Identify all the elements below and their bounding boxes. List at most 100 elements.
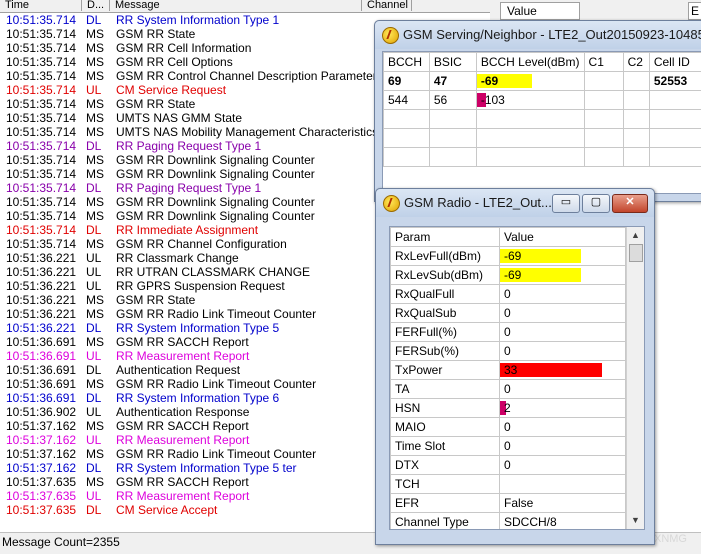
log-msg-cell: UMTS NAS GMM State: [116, 111, 242, 125]
log-msg-cell: RR Measurement Report: [116, 489, 249, 503]
gsm-serving-neighbor-window[interactable]: GSM Serving/Neighbor - LTE2_Out20150923-…: [374, 20, 701, 202]
log-row[interactable]: 10:51:36.221MSGSM RR State: [0, 293, 380, 307]
close-button[interactable]: ✕: [612, 194, 648, 213]
log-row[interactable]: 10:51:35.714MSGSM RR Cell Information: [0, 41, 380, 55]
serving-c2-cell: [623, 72, 649, 91]
log-row[interactable]: 10:51:35.714MSGSM RR Cell Options: [0, 55, 380, 69]
log-row[interactable]: 10:51:35.714MSGSM RR Control Channel Des…: [0, 69, 380, 83]
log-col-channel[interactable]: Channel: [362, 0, 412, 11]
col-c2[interactable]: C2: [623, 53, 649, 72]
radio-row[interactable]: Time Slot0: [391, 437, 626, 456]
log-row[interactable]: 10:51:35.714DLRR Paging Request Type 1: [0, 139, 380, 153]
radio-row[interactable]: HSN2: [391, 399, 626, 418]
log-col-time[interactable]: Time: [0, 0, 82, 11]
log-row[interactable]: 10:51:36.691MSGSM RR Radio Link Timeout …: [0, 377, 380, 391]
log-time-cell: 10:51:35.714: [6, 195, 76, 209]
log-time-cell: 10:51:35.714: [6, 181, 76, 195]
log-row[interactable]: 10:51:35.714MSGSM RR Downlink Signaling …: [0, 153, 380, 167]
log-row[interactable]: 10:51:35.714DLRR System Information Type…: [0, 13, 380, 27]
radio-row[interactable]: TCH: [391, 475, 626, 494]
log-row[interactable]: 10:51:37.162MSGSM RR Radio Link Timeout …: [0, 447, 380, 461]
log-row[interactable]: 10:51:36.691MSGSM RR SACCH Report: [0, 335, 380, 349]
radio-window-titlebar[interactable]: GSM Radio - LTE2_Out... ▭ ▢ ✕: [376, 189, 654, 217]
col-bsic[interactable]: BSIC: [429, 53, 476, 72]
radio-row[interactable]: TA0: [391, 380, 626, 399]
scroll-up-icon[interactable]: ▲: [627, 227, 644, 244]
log-time-cell: 10:51:36.691: [6, 377, 76, 391]
scroll-down-icon[interactable]: ▼: [627, 512, 644, 529]
log-row[interactable]: 10:51:37.162ULRR Measurement Report: [0, 433, 380, 447]
log-row[interactable]: 10:51:35.714MSGSM RR Channel Configurati…: [0, 237, 380, 251]
radio-scrollbar[interactable]: ▲ ▼: [626, 227, 644, 529]
log-row[interactable]: 10:51:35.714MSUMTS NAS GMM State: [0, 111, 380, 125]
radio-row[interactable]: RxLevFull(dBm)-69: [391, 247, 626, 266]
param-value: 0: [500, 285, 626, 304]
log-dir-cell: MS: [86, 447, 104, 461]
radio-row[interactable]: MAIO0: [391, 418, 626, 437]
log-col-message[interactable]: Message: [110, 0, 362, 11]
col-c1[interactable]: C1: [584, 53, 623, 72]
log-row[interactable]: 10:51:35.714DLRR Paging Request Type 1: [0, 181, 380, 195]
col-cell-id[interactable]: Cell ID: [649, 53, 701, 72]
log-row[interactable]: 10:51:36.691ULRR Measurement Report: [0, 349, 380, 363]
col-bcch[interactable]: BCCH: [384, 53, 430, 72]
log-row[interactable]: 10:51:35.714MSGSM RR State: [0, 27, 380, 41]
col-param[interactable]: Param: [391, 228, 500, 247]
log-row[interactable]: 10:51:36.221MSGSM RR Radio Link Timeout …: [0, 307, 380, 321]
edge-column-header[interactable]: E: [688, 2, 701, 20]
log-time-cell: 10:51:36.221: [6, 293, 76, 307]
empty-cell: [584, 110, 623, 129]
log-row[interactable]: 10:51:36.221ULRR UTRAN CLASSMARK CHANGE: [0, 265, 380, 279]
log-dir-cell: MS: [86, 41, 104, 55]
log-msg-cell: RR Paging Request Type 1: [116, 139, 261, 153]
log-row[interactable]: 10:51:35.714MSGSM RR Downlink Signaling …: [0, 195, 380, 209]
empty-cell: [476, 110, 584, 129]
serving-window-titlebar[interactable]: GSM Serving/Neighbor - LTE2_Out20150923-…: [375, 21, 701, 49]
app-icon: [382, 27, 399, 44]
restore-button[interactable]: ▢: [582, 194, 610, 213]
log-row[interactable]: 10:51:36.691DLAuthentication Request: [0, 363, 380, 377]
param-name: RxQualSub: [391, 304, 500, 323]
radio-row[interactable]: RxQualFull0: [391, 285, 626, 304]
serving-row[interactable]: 54456-103: [384, 91, 701, 110]
radio-row[interactable]: RxLevSub(dBm)-69: [391, 266, 626, 285]
serving-row[interactable]: 6947-6952553: [384, 72, 701, 91]
log-row[interactable]: 10:51:36.902ULAuthentication Response: [0, 405, 380, 419]
radio-row[interactable]: TxPower33: [391, 361, 626, 380]
log-row[interactable]: 10:51:35.714MSGSM RR Downlink Signaling …: [0, 167, 380, 181]
radio-row[interactable]: RxQualSub0: [391, 304, 626, 323]
col-bcch-level[interactable]: BCCH Level(dBm): [476, 53, 584, 72]
log-row[interactable]: 10:51:36.221ULRR GPRS Suspension Request: [0, 279, 380, 293]
col-value[interactable]: Value: [500, 228, 626, 247]
param-name: RxQualFull: [391, 285, 500, 304]
gsm-radio-window[interactable]: GSM Radio - LTE2_Out... ▭ ▢ ✕ Param Valu…: [375, 188, 655, 545]
log-row[interactable]: 10:51:37.635ULRR Measurement Report: [0, 489, 380, 503]
log-row[interactable]: 10:51:35.714DLRR Immediate Assignment: [0, 223, 380, 237]
log-row[interactable]: 10:51:35.714MSUMTS NAS Mobility Manageme…: [0, 125, 380, 139]
log-row[interactable]: 10:51:35.714ULCM Service Request: [0, 83, 380, 97]
log-msg-cell: RR Immediate Assignment: [116, 223, 258, 237]
log-row[interactable]: 10:51:36.691DLRR System Information Type…: [0, 391, 380, 405]
param-name: FERFull(%): [391, 323, 500, 342]
radio-row[interactable]: FERSub(%)0: [391, 342, 626, 361]
radio-row[interactable]: FERFull(%)0: [391, 323, 626, 342]
scroll-thumb[interactable]: [629, 244, 643, 262]
log-row[interactable]: 10:51:36.221ULRR Classmark Change: [0, 251, 380, 265]
serving-c1-cell: [584, 91, 623, 110]
radio-row[interactable]: Channel TypeSDCCH/8: [391, 513, 626, 531]
log-row[interactable]: 10:51:37.635DLCM Service Accept: [0, 503, 380, 517]
serving-empty-row: [384, 129, 701, 148]
log-row[interactable]: 10:51:35.714MSGSM RR State: [0, 97, 380, 111]
log-row[interactable]: 10:51:37.162DLRR System Information Type…: [0, 461, 380, 475]
log-dir-cell: MS: [86, 377, 104, 391]
log-row[interactable]: 10:51:36.221DLRR System Information Type…: [0, 321, 380, 335]
value-column-header[interactable]: Value: [500, 2, 580, 20]
log-time-cell: 10:51:36.221: [6, 265, 76, 279]
log-row[interactable]: 10:51:35.714MSGSM RR Downlink Signaling …: [0, 209, 380, 223]
log-col-direction[interactable]: D...: [82, 0, 110, 11]
radio-row[interactable]: DTX0: [391, 456, 626, 475]
radio-row[interactable]: EFRFalse: [391, 494, 626, 513]
minimize-button[interactable]: ▭: [552, 194, 580, 213]
log-row[interactable]: 10:51:37.635MSGSM RR SACCH Report: [0, 475, 380, 489]
log-row[interactable]: 10:51:37.162MSGSM RR SACCH Report: [0, 419, 380, 433]
